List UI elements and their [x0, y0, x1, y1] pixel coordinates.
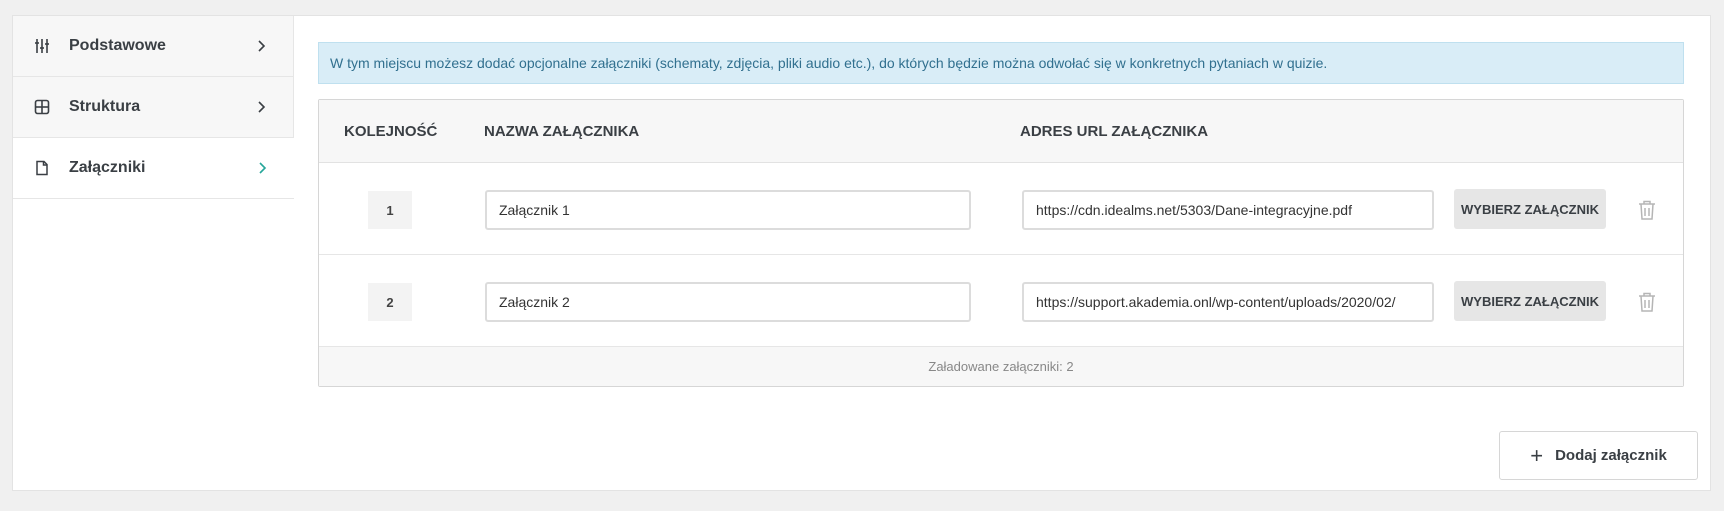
- attachments-content: W tym miejscu możesz dodać opcjonalne za…: [318, 42, 1684, 387]
- attachment-name-input[interactable]: [485, 190, 971, 230]
- attachments-table: KOLEJNOŚĆ NAZWA ZAŁĄCZNIKA ADRES URL ZAŁ…: [318, 99, 1684, 387]
- add-attachment-label: Dodaj załącznik: [1555, 447, 1667, 464]
- pick-attachment-button[interactable]: WYBIERZ ZAŁĄCZNIK: [1454, 189, 1606, 229]
- table-row: 1 WYBIERZ ZAŁĄCZNIK: [319, 163, 1683, 255]
- trash-icon[interactable]: [1637, 199, 1657, 221]
- settings-panel: Podstawowe Struktura Załączniki W tym mi…: [12, 15, 1711, 491]
- sidebar-item-label: Struktura: [69, 98, 141, 115]
- attachment-name-input[interactable]: [485, 282, 971, 322]
- file-icon: [33, 159, 51, 177]
- sidebar-item-struktura[interactable]: Struktura: [13, 77, 294, 138]
- sliders-icon: [33, 37, 51, 55]
- sidebar-item-zalaczniki[interactable]: Załączniki: [13, 138, 294, 199]
- chevron-right-icon: [255, 100, 269, 114]
- pick-attachment-button[interactable]: WYBIERZ ZAŁĄCZNIK: [1454, 281, 1606, 321]
- chevron-right-icon: [256, 161, 270, 175]
- sidebar-item-label: Podstawowe: [69, 37, 166, 54]
- add-attachment-button[interactable]: + Dodaj załącznik: [1499, 431, 1698, 480]
- table-header: KOLEJNOŚĆ NAZWA ZAŁĄCZNIKA ADRES URL ZAŁ…: [319, 100, 1683, 163]
- header-order: KOLEJNOŚĆ: [344, 123, 438, 140]
- sidebar-item-label: Załączniki: [69, 159, 146, 176]
- header-name: NAZWA ZAŁĄCZNIKA: [484, 123, 640, 140]
- attachment-url-input[interactable]: [1022, 190, 1434, 230]
- loaded-count: Załadowane załączniki: 2: [319, 347, 1683, 386]
- order-number[interactable]: 2: [368, 283, 412, 321]
- sidebar: Podstawowe Struktura Załączniki: [13, 16, 294, 490]
- sidebar-item-podstawowe[interactable]: Podstawowe: [13, 16, 294, 77]
- plus-icon: +: [1530, 442, 1544, 468]
- info-alert: W tym miejscu możesz dodać opcjonalne za…: [318, 42, 1684, 84]
- table-row: 2 WYBIERZ ZAŁĄCZNIK: [319, 255, 1683, 347]
- header-url: ADRES URL ZAŁĄCZNIKA: [1020, 123, 1209, 140]
- chevron-right-icon: [255, 39, 269, 53]
- order-number[interactable]: 1: [368, 191, 412, 229]
- attachment-url-input[interactable]: [1022, 282, 1434, 322]
- trash-icon[interactable]: [1637, 291, 1657, 313]
- grid-icon: [33, 98, 51, 116]
